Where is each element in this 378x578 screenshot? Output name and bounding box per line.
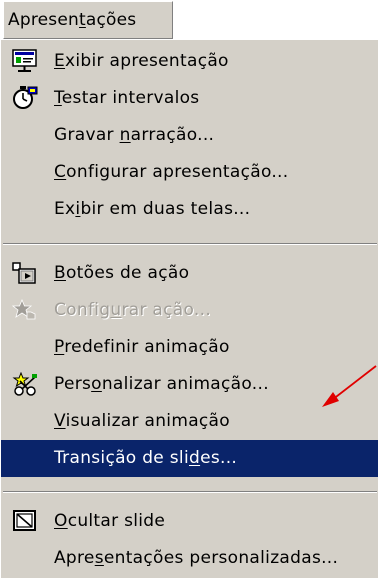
menu-item-label: Transição de slides... <box>54 448 238 468</box>
menu-item-label: Testar intervalos <box>54 88 200 108</box>
menu-item-personalizar-animacao[interactable]: Personalizar animação... <box>1 366 378 403</box>
menu-item-label: Configurar apresentação... <box>54 162 289 182</box>
menu-item-visualizar-animacao[interactable]: Visualizar animação <box>1 403 378 440</box>
menu-item-label: Botões de ação <box>54 263 190 283</box>
menu-item-configurar-acao[interactable]: Configurar ação... <box>1 292 378 329</box>
menu-item-botoes-de-acao[interactable]: Botões de ação <box>1 255 378 292</box>
menu-item-apresentacoes-personalizadas[interactable]: Apresentações personalizadas... <box>1 540 378 577</box>
action-settings-icon <box>12 298 36 320</box>
slideshow-icon <box>12 49 37 72</box>
menu-item-label: Apresentações personalizadas... <box>54 548 339 568</box>
menu-item-label: Visualizar animação <box>54 411 230 431</box>
menu-item-exibir-em-duas-telas[interactable]: Exibir em duas telas... <box>1 191 378 228</box>
menu-item-label: Predefinir animação <box>54 337 230 357</box>
menu-item-label: Configurar ação... <box>54 300 212 320</box>
menu-item-exibir-apresentacao[interactable]: Exibir apresentação <box>1 43 378 80</box>
action-buttons-icon <box>12 262 36 284</box>
menu-item-ocultar-slide[interactable]: Ocultar slide <box>1 503 378 540</box>
menu-item-testar-intervalos[interactable]: Testar intervalos <box>1 80 378 117</box>
menu-item-predefinir-animacao[interactable]: Predefinir animação <box>1 329 378 366</box>
menu-item-label: Exibir apresentação <box>54 51 229 71</box>
menu-item-label: Gravar narração... <box>54 125 215 145</box>
menu-title-apresentacoes[interactable]: Apresentações <box>3 1 173 39</box>
custom-animation-icon <box>12 372 37 396</box>
menu-item-label: Ocultar slide <box>54 511 166 531</box>
menu-separator <box>3 491 377 493</box>
menu-item-label: Exibir em duas telas... <box>54 199 251 219</box>
menu-item-gravar-narracao[interactable]: Gravar narração... <box>1 117 378 154</box>
dropdown-menu: Exibir apresentação Testar intervalos Gr… <box>0 40 378 578</box>
hide-slide-icon <box>13 510 36 531</box>
stopwatch-icon <box>13 86 38 109</box>
menu-title-label: Apresentações <box>8 10 137 30</box>
menu-separator <box>3 243 377 245</box>
menu-item-configurar-apresentacao[interactable]: Configurar apresentação... <box>1 154 378 191</box>
menu-item-label: Personalizar animação... <box>54 374 269 394</box>
menu-item-transicao-de-slides[interactable]: Transição de slides... <box>1 440 378 477</box>
